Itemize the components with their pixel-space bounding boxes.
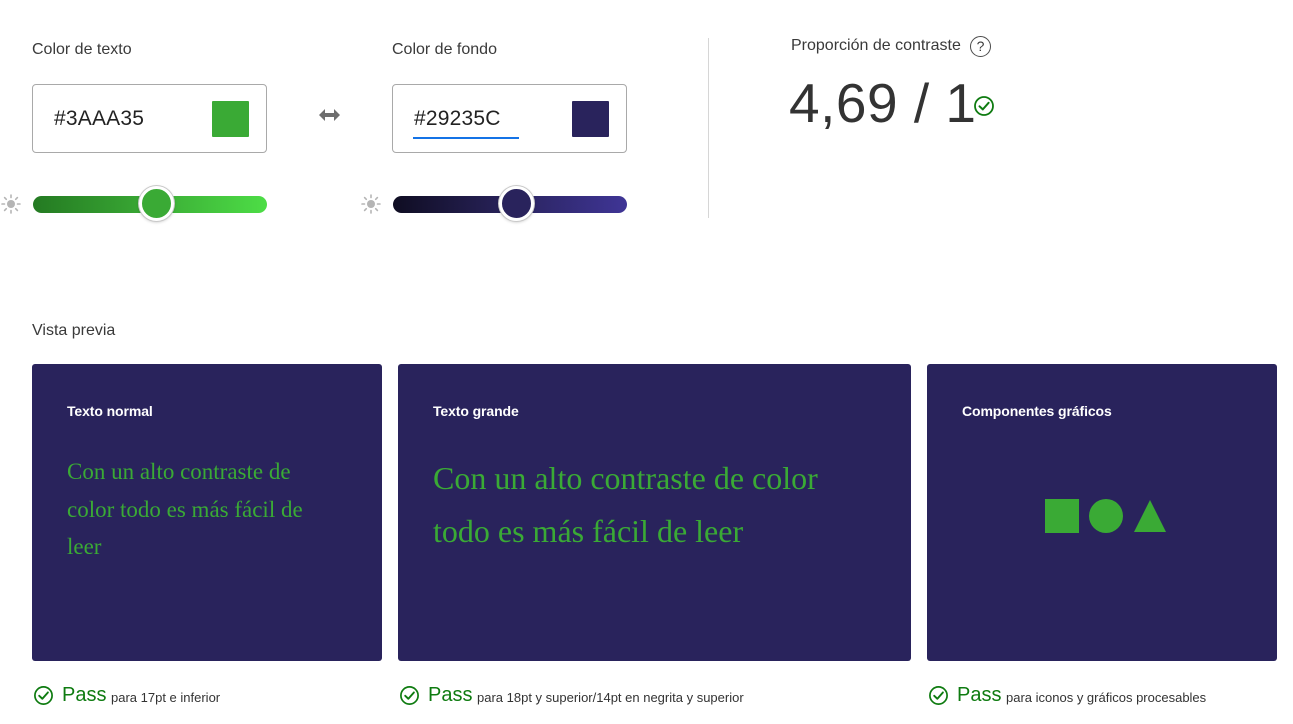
card-title: Componentes gráficos [962, 403, 1112, 419]
text-color-swatch[interactable] [212, 101, 249, 137]
preview-card-graphics: Componentes gráficos [927, 364, 1277, 661]
pass-status: Pass [428, 684, 473, 706]
preview-card-normal-text: Texto normal Con un alto contraste de co… [32, 364, 382, 661]
contrast-ratio-label: Proporción de contraste [791, 37, 961, 54]
background-color-swatch[interactable] [572, 101, 609, 137]
result-graphics: Pass para iconos y gráficos procesables [928, 684, 1288, 710]
result-normal-text: Pass para 17pt e inferior [33, 684, 333, 710]
text-color-field[interactable]: #3AAA35 [32, 84, 267, 153]
check-circle-icon [973, 95, 995, 117]
text-color-input[interactable]: #3AAA35 [54, 107, 144, 131]
check-circle-icon [33, 685, 54, 706]
pass-status: Pass [62, 684, 107, 706]
background-color-field[interactable]: #29235C [392, 84, 627, 153]
result-description: para 18pt y superior/14pt en negrita y s… [477, 690, 744, 705]
check-circle-icon [399, 685, 420, 706]
background-brightness-slider-thumb[interactable] [499, 186, 534, 221]
normal-text-sample: Con un alto contraste de color todo es m… [67, 459, 303, 559]
card-title: Texto normal [67, 403, 153, 419]
background-color-input[interactable]: #29235C [414, 107, 501, 131]
result-description: para iconos y gráficos procesables [1006, 690, 1207, 705]
check-circle-icon [928, 685, 949, 706]
card-title: Texto grande [433, 403, 519, 419]
pass-status: Pass [957, 684, 1002, 706]
contrast-ratio-value: 4,69 / 1 [789, 72, 977, 134]
sun-icon [361, 194, 381, 214]
square-shape [1045, 499, 1079, 533]
swap-arrows-icon[interactable] [316, 103, 343, 127]
preview-title: Vista previa [32, 322, 116, 339]
preview-card-large-text: Texto grande Con un alto contraste de co… [398, 364, 911, 661]
sun-icon [1, 194, 21, 214]
result-description: para 17pt e inferior [111, 690, 221, 705]
large-text-sample: Con un alto contraste de color todo es m… [433, 460, 818, 549]
input-focus-underline [413, 137, 519, 139]
triangle-shape [1133, 499, 1167, 533]
result-large-text: Pass para 18pt y superior/14pt en negrit… [399, 684, 799, 710]
shape-group [1045, 499, 1167, 533]
text-color-label: Color de texto [32, 41, 132, 58]
background-color-label: Color de fondo [392, 41, 497, 58]
circle-shape [1089, 499, 1123, 533]
section-divider [708, 38, 709, 218]
help-icon[interactable]: ? [970, 36, 991, 57]
text-brightness-slider-thumb[interactable] [139, 186, 174, 221]
